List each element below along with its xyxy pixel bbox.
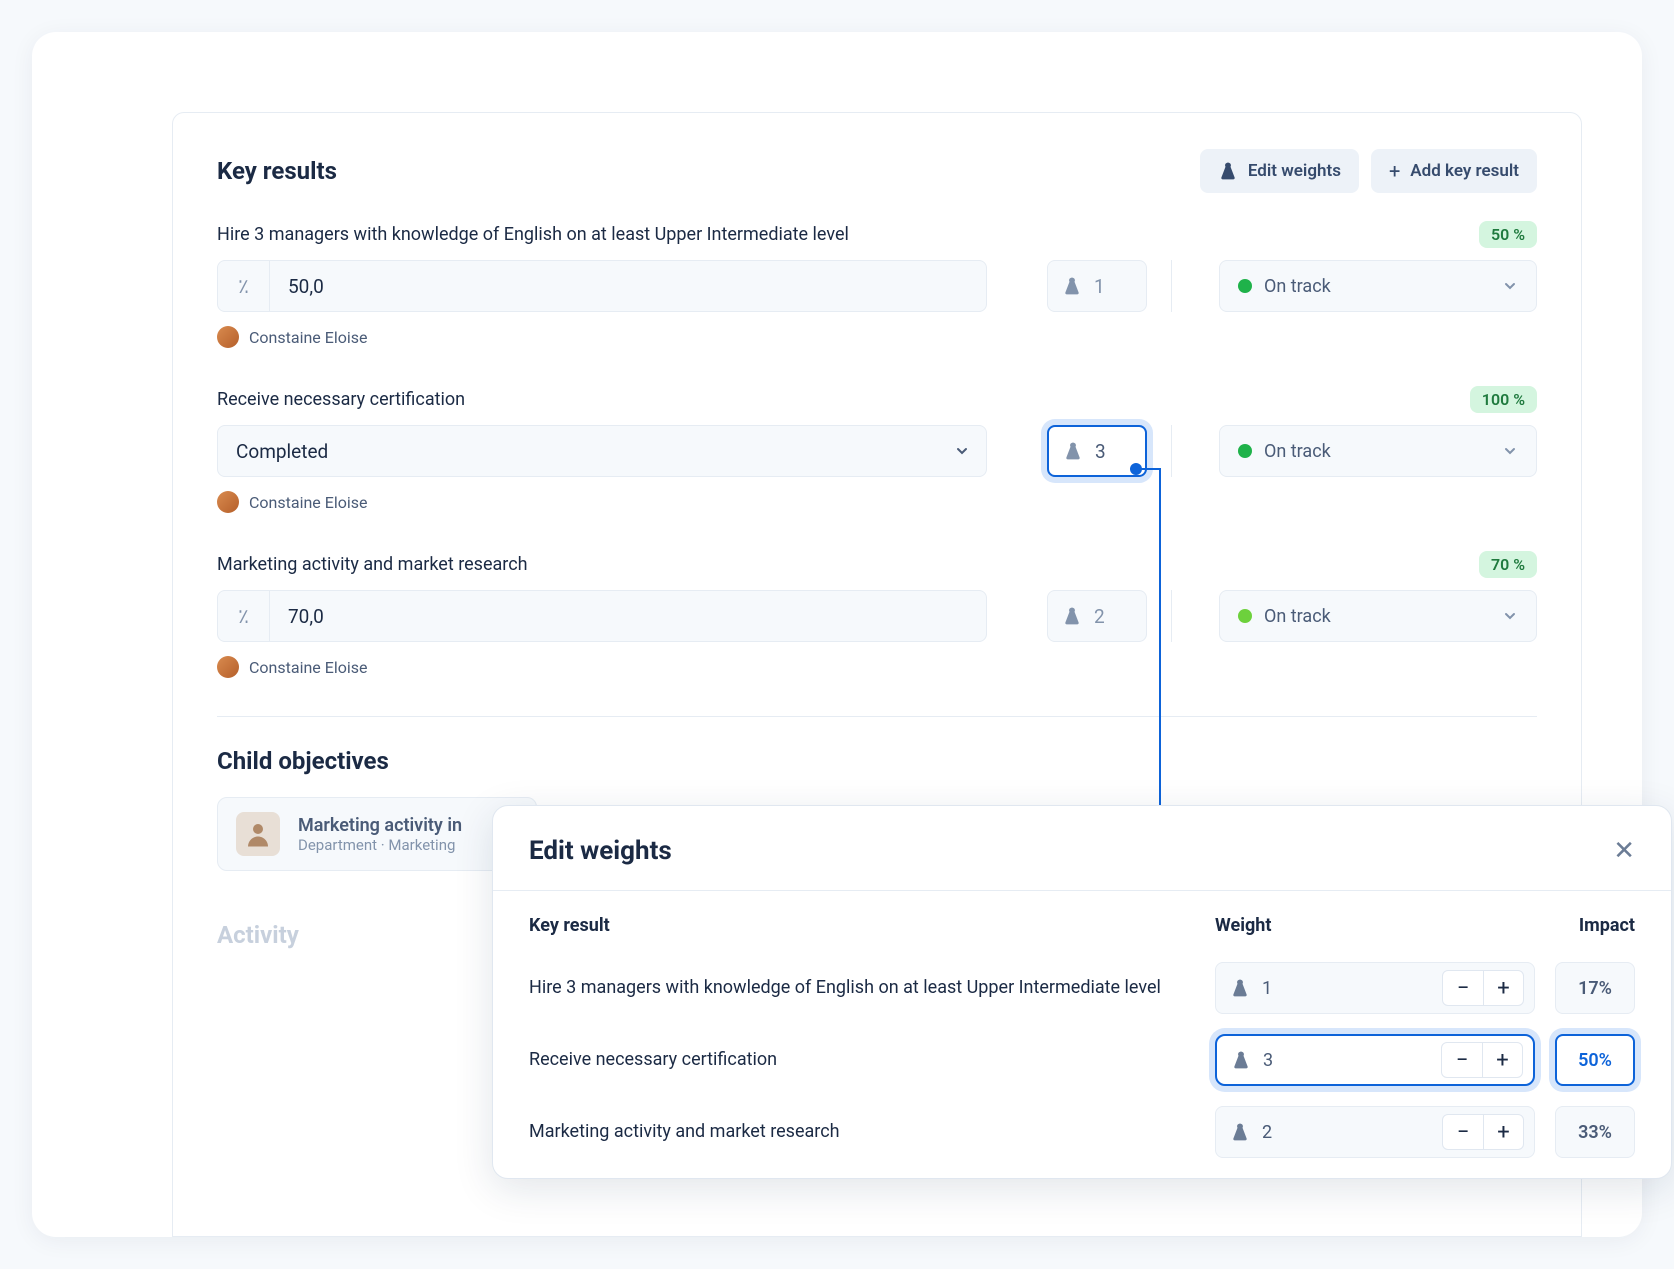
plus-icon: + — [1389, 159, 1400, 183]
owner-name: Constaine Eloise — [249, 493, 368, 512]
col-weight: Weight — [1215, 915, 1535, 936]
weight-box[interactable]: 1 — [1047, 260, 1147, 312]
row-name: Hire 3 managers with knowledge of Englis… — [529, 975, 1215, 1001]
percent-icon: ٪ — [218, 261, 270, 311]
value-input[interactable]: ٪ 50,0 — [217, 260, 987, 312]
minus-button[interactable]: − — [1442, 1043, 1482, 1077]
row-name: Marketing activity and market research — [529, 1119, 1215, 1145]
header-buttons: Edit weights + Add key result — [1200, 149, 1537, 193]
modal-row: Hire 3 managers with knowledge of Englis… — [529, 952, 1635, 1024]
status-select[interactable]: On track — [1219, 425, 1537, 477]
status-select[interactable]: On track — [1219, 590, 1537, 642]
divider — [1171, 425, 1172, 477]
close-icon[interactable]: ✕ — [1613, 836, 1635, 866]
chevron-down-icon — [1502, 278, 1518, 294]
status-dot-icon — [1238, 609, 1252, 623]
percent-icon: ٪ — [218, 591, 270, 641]
value-select[interactable]: Completed — [217, 425, 987, 477]
value-text: 70,0 — [270, 605, 986, 628]
percent-badge: 100 % — [1470, 386, 1537, 413]
plus-button[interactable]: + — [1483, 1115, 1523, 1149]
avatar — [217, 326, 239, 348]
status-text: On track — [1264, 441, 1331, 462]
plus-button[interactable]: + — [1483, 971, 1523, 1005]
status-text: On track — [1264, 276, 1331, 297]
edit-weights-modal: Edit weights ✕ Key result Weight Impact … — [492, 805, 1672, 1179]
section-title: Key results — [217, 157, 337, 185]
value-text: 50,0 — [270, 275, 986, 298]
modal-row: Receive necessary certification 3 − + 50… — [529, 1024, 1635, 1096]
connector-dot — [1130, 463, 1142, 475]
modal-title: Edit weights — [529, 836, 672, 866]
impact-value: 17% — [1555, 962, 1635, 1014]
weight-icon — [1062, 277, 1082, 295]
key-results-header: Key results Edit weights + Add key resul… — [217, 149, 1537, 193]
modal-rows: Hire 3 managers with knowledge of Englis… — [529, 952, 1635, 1168]
weight-value: 3 — [1095, 440, 1106, 463]
percent-badge: 70 % — [1479, 551, 1537, 578]
add-key-result-label: Add key result — [1410, 161, 1519, 181]
status-select[interactable]: On track — [1219, 260, 1537, 312]
avatar — [217, 656, 239, 678]
key-result-title: Receive necessary certification — [217, 389, 465, 410]
plus-button[interactable]: + — [1482, 1043, 1522, 1077]
chevron-down-icon — [1502, 443, 1518, 459]
weight-value: 1 — [1262, 978, 1272, 999]
avatar — [236, 812, 280, 856]
modal-header: Edit weights ✕ — [529, 836, 1635, 866]
row-name: Receive necessary certification — [529, 1047, 1215, 1073]
child-objectives-title: Child objectives — [217, 747, 1537, 775]
status-dot-icon — [1238, 279, 1252, 293]
owner-name: Constaine Eloise — [249, 658, 368, 677]
divider — [1171, 590, 1172, 642]
key-result-title: Marketing activity and market research — [217, 554, 528, 575]
modal-table-header: Key result Weight Impact — [529, 909, 1635, 952]
divider — [1171, 260, 1172, 312]
col-impact: Impact — [1535, 915, 1635, 936]
weight-icon — [1218, 162, 1238, 180]
key-result: Hire 3 managers with knowledge of Englis… — [217, 221, 1537, 348]
weight-icon — [1231, 1051, 1251, 1069]
weight-stepper[interactable]: 2 − + — [1215, 1106, 1535, 1158]
key-result: Receive necessary certification 100 % Co… — [217, 386, 1537, 513]
owner-name: Constaine Eloise — [249, 328, 368, 347]
weight-icon — [1063, 442, 1083, 460]
weight-icon — [1230, 979, 1250, 997]
chevron-down-icon — [1502, 608, 1518, 624]
child-objective-card[interactable]: Marketing activity in Department · Marke… — [217, 797, 537, 871]
edit-weights-button[interactable]: Edit weights — [1200, 149, 1359, 193]
key-result: Marketing activity and market research 7… — [217, 551, 1537, 678]
modal-row: Marketing activity and market research 2… — [529, 1096, 1635, 1168]
child-info: Marketing activity in Department · Marke… — [298, 815, 462, 854]
weight-value: 2 — [1262, 1122, 1272, 1143]
col-key-result: Key result — [529, 915, 1215, 936]
weight-value: 2 — [1094, 605, 1105, 628]
weight-icon — [1062, 607, 1082, 625]
weight-value: 3 — [1263, 1050, 1273, 1071]
weight-box[interactable]: 2 — [1047, 590, 1147, 642]
weight-stepper[interactable]: 3 − + — [1215, 1034, 1535, 1086]
modal-divider — [493, 890, 1671, 891]
add-key-result-button[interactable]: + Add key result — [1371, 149, 1537, 193]
minus-button[interactable]: − — [1443, 1115, 1483, 1149]
key-results-list: Hire 3 managers with knowledge of Englis… — [217, 221, 1537, 678]
key-result-title: Hire 3 managers with knowledge of Englis… — [217, 224, 849, 245]
weight-stepper[interactable]: 1 − + — [1215, 962, 1535, 1014]
minus-button[interactable]: − — [1443, 971, 1483, 1005]
impact-value: 50% — [1555, 1034, 1635, 1086]
value-text: Completed — [218, 440, 954, 463]
status-text: On track — [1264, 606, 1331, 627]
status-dot-icon — [1238, 444, 1252, 458]
avatar — [217, 491, 239, 513]
child-subtitle: Department · Marketing — [298, 836, 462, 854]
edit-weights-label: Edit weights — [1248, 161, 1341, 181]
weight-icon — [1230, 1123, 1250, 1141]
percent-badge: 50 % — [1479, 221, 1537, 248]
child-title: Marketing activity in — [298, 815, 462, 836]
weight-value: 1 — [1094, 275, 1105, 298]
value-input[interactable]: ٪ 70,0 — [217, 590, 987, 642]
impact-value: 33% — [1555, 1106, 1635, 1158]
